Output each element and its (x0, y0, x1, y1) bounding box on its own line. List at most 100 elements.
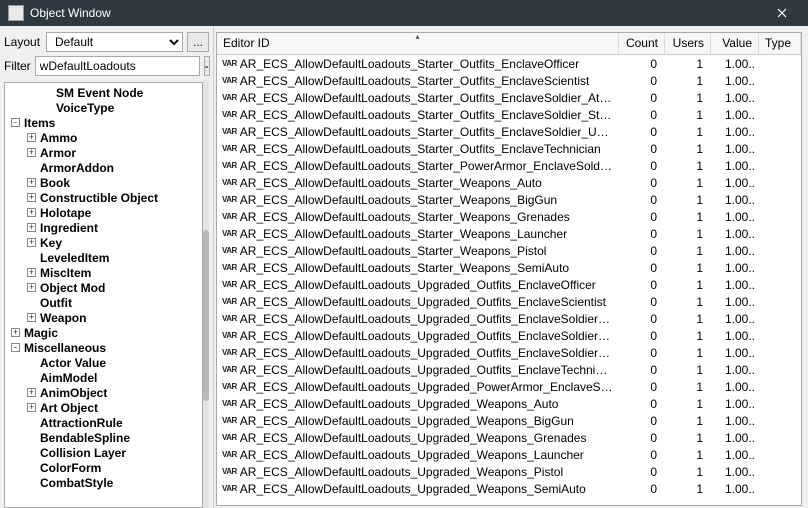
cell-users: 1 (665, 91, 711, 105)
table-row[interactable]: VARAR_ECS_AllowDefaultLoadouts_Starter_W… (217, 208, 801, 225)
collapse-icon[interactable]: - (11, 118, 20, 127)
table-row[interactable]: VARAR_ECS_AllowDefaultLoadouts_Upgraded_… (217, 361, 801, 378)
table-row[interactable]: VARAR_ECS_AllowDefaultLoadouts_Upgraded_… (217, 429, 801, 446)
tree-node[interactable]: LeveledItem (5, 250, 202, 265)
layout-more-button[interactable]: ... (187, 32, 209, 52)
tree-node[interactable]: CombatStyle (5, 475, 202, 490)
table-row[interactable]: VARAR_ECS_AllowDefaultLoadouts_Starter_W… (217, 174, 801, 191)
table-row[interactable]: VARAR_ECS_AllowDefaultLoadouts_Starter_P… (217, 157, 801, 174)
tree-node[interactable]: VoiceType (5, 100, 202, 115)
column-count[interactable]: Count (619, 33, 665, 54)
table-row[interactable]: VARAR_ECS_AllowDefaultLoadouts_Upgraded_… (217, 310, 801, 327)
table-row[interactable]: VARAR_ECS_AllowDefaultLoadouts_Upgraded_… (217, 276, 801, 293)
table-row[interactable]: VARAR_ECS_AllowDefaultLoadouts_Starter_O… (217, 106, 801, 123)
table-row[interactable]: VARAR_ECS_AllowDefaultLoadouts_Starter_W… (217, 225, 801, 242)
cell-users: 1 (665, 193, 711, 207)
expand-icon[interactable]: + (27, 193, 36, 202)
tree-node-label: AnimObject (40, 386, 107, 400)
tree-node-label: Miscellaneous (24, 341, 106, 355)
expand-icon[interactable]: + (27, 388, 36, 397)
tree-node[interactable]: + Key (5, 235, 202, 250)
expand-icon[interactable]: + (27, 133, 36, 142)
column-value[interactable]: Value (711, 33, 759, 54)
table-row[interactable]: VARAR_ECS_AllowDefaultLoadouts_Upgraded_… (217, 378, 801, 395)
tree-node-label: Key (40, 236, 62, 250)
tree-node[interactable]: -Items (5, 115, 202, 130)
tree-node[interactable]: +Holotape (5, 205, 202, 220)
table-row[interactable]: VARAR_ECS_AllowDefaultLoadouts_Starter_W… (217, 242, 801, 259)
tree-node-label: CombatStyle (40, 476, 113, 490)
tree-node[interactable]: -Miscellaneous (5, 340, 202, 355)
table-row[interactable]: VARAR_ECS_AllowDefaultLoadouts_Starter_W… (217, 259, 801, 276)
table-row[interactable]: VARAR_ECS_AllowDefaultLoadouts_Starter_O… (217, 72, 801, 89)
table-row[interactable]: VARAR_ECS_AllowDefaultLoadouts_Starter_O… (217, 55, 801, 72)
tree-node[interactable]: +Constructible Object (5, 190, 202, 205)
expand-icon[interactable]: + (27, 178, 36, 187)
table-row[interactable]: VARAR_ECS_AllowDefaultLoadouts_Upgraded_… (217, 395, 801, 412)
cell-editor-id: AR_ECS_AllowDefaultLoadouts_Upgraded_Wea… (240, 465, 619, 479)
category-tree[interactable]: SM Event NodeVoiceType-Items+Ammo+ArmorA… (4, 82, 203, 508)
expand-icon[interactable]: + (27, 223, 36, 232)
tree-node[interactable]: ArmorAddon (5, 160, 202, 175)
tree-node[interactable]: +Armor (5, 145, 202, 160)
expand-icon[interactable]: + (27, 148, 36, 157)
tree-node[interactable]: + Ammo (5, 130, 202, 145)
table-row[interactable]: VARAR_ECS_AllowDefaultLoadouts_Upgraded_… (217, 463, 801, 480)
tree-node[interactable]: SM Event Node (5, 85, 202, 100)
table-row[interactable]: VARAR_ECS_AllowDefaultLoadouts_Starter_O… (217, 89, 801, 106)
cell-value: 1.00.. (711, 91, 759, 105)
expand-icon[interactable]: + (27, 238, 36, 247)
table-row[interactable]: VARAR_ECS_AllowDefaultLoadouts_Starter_W… (217, 191, 801, 208)
tree-node-label: SM Event Node (56, 86, 143, 100)
tree-node[interactable]: AimModel (5, 370, 202, 385)
table-body[interactable]: VAR AR_ECS_AllowDefaultLoadouts_Starter_O… (217, 55, 801, 505)
table-row[interactable]: VARAR_ECS_AllowDefaultLoadouts_Upgraded_… (217, 293, 801, 310)
cell-value: 1.00.. (711, 448, 759, 462)
layout-select[interactable]: Default (46, 32, 183, 52)
tree-node[interactable]: AttractionRule (5, 415, 202, 430)
expand-icon[interactable]: + (27, 313, 36, 322)
table-row[interactable]: VARAR_ECS_AllowDefaultLoadouts_Upgraded_… (217, 344, 801, 361)
tree-node[interactable]: +Ingredient (5, 220, 202, 235)
tree-node[interactable]: +MiscItem (5, 265, 202, 280)
expand-icon[interactable]: + (27, 208, 36, 217)
table-row[interactable]: VARAR_ECS_AllowDefaultLoadouts_Starter_O… (217, 123, 801, 140)
tree-node[interactable]: +Weapon (5, 310, 202, 325)
cell-editor-id: AR_ECS_AllowDefaultLoadouts_Starter_Outf… (240, 125, 619, 139)
expand-icon[interactable]: + (27, 268, 36, 277)
table-row[interactable]: VARAR_ECS_AllowDefaultLoadouts_Upgraded_… (217, 446, 801, 463)
tree-node[interactable]: +Object Mod (5, 280, 202, 295)
column-editor-id[interactable]: Editor ID ▴ (217, 33, 619, 54)
column-type[interactable]: Type (759, 33, 801, 54)
expand-icon[interactable]: + (11, 328, 20, 337)
tree-node[interactable]: Collision Layer (5, 445, 202, 460)
cell-editor-id: AR_ECS_AllowDefaultLoadouts_Upgraded_Out… (240, 295, 619, 309)
table-row[interactable]: VARAR_ECS_AllowDefaultLoadouts_Upgraded_… (217, 480, 801, 497)
cell-count: 0 (619, 431, 665, 445)
filter-clear-button[interactable]: - (204, 56, 210, 76)
tree-node[interactable]: ColorForm (5, 460, 202, 475)
collapse-icon[interactable]: - (11, 343, 20, 352)
filter-input[interactable] (35, 56, 200, 76)
tree-node-label: BendableSpline (40, 431, 130, 445)
tree-scroll-thumb[interactable] (203, 230, 209, 401)
tree-node-label: Ammo (40, 131, 77, 145)
expand-icon[interactable]: + (27, 403, 36, 412)
table-row[interactable]: VARAR_ECS_AllowDefaultLoadouts_Upgraded_… (217, 412, 801, 429)
tree-node[interactable]: Outfit (5, 295, 202, 310)
expand-icon[interactable]: + (27, 283, 36, 292)
sort-asc-icon: ▴ (415, 32, 419, 41)
close-icon (777, 8, 787, 18)
tree-node[interactable]: Actor Value (5, 355, 202, 370)
var-tag-icon: VAR (222, 280, 237, 289)
column-users[interactable]: Users (665, 33, 711, 54)
tree-scrollbar[interactable] (203, 80, 209, 508)
table-row[interactable]: VARAR_ECS_AllowDefaultLoadouts_Starter_O… (217, 140, 801, 157)
tree-node[interactable]: +Art Object (5, 400, 202, 415)
tree-node[interactable]: + AnimObject (5, 385, 202, 400)
tree-node[interactable]: BendableSpline (5, 430, 202, 445)
close-button[interactable] (762, 0, 802, 26)
tree-node[interactable]: +Book (5, 175, 202, 190)
table-row[interactable]: VARAR_ECS_AllowDefaultLoadouts_Upgraded_… (217, 327, 801, 344)
tree-node[interactable]: +Magic (5, 325, 202, 340)
